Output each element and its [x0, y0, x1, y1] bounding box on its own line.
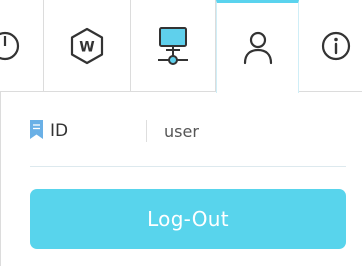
user-icon [241, 30, 275, 66]
network-monitor-icon [155, 26, 191, 66]
w-hexagon-letter: W [79, 40, 94, 56]
bookmark-icon [30, 119, 50, 143]
id-separator [146, 120, 147, 142]
power-icon [0, 26, 25, 66]
divider [30, 166, 346, 167]
id-label-group: ID [30, 119, 146, 143]
id-value: user [164, 121, 199, 141]
logout-button[interactable]: Log-Out [30, 189, 346, 249]
w-hexagon-icon: W [69, 27, 105, 65]
account-panel: W ID user Log-Out [0, 0, 362, 266]
tab-network[interactable] [131, 0, 216, 92]
id-row: ID user [30, 108, 346, 154]
tab-info[interactable] [299, 0, 362, 92]
panel-left-border [0, 92, 1, 266]
info-icon [319, 29, 353, 63]
tab-user[interactable] [216, 0, 299, 93]
tab-power[interactable] [0, 0, 44, 92]
tab-bar: W [0, 0, 362, 93]
id-label: ID [50, 121, 69, 141]
tab-w[interactable]: W [44, 0, 131, 92]
